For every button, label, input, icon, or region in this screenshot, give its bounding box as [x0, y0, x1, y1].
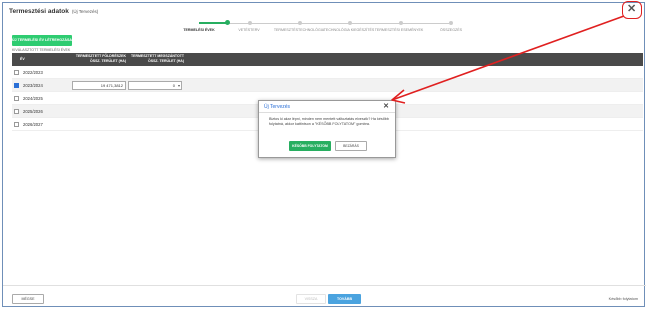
step-label-esemenyek[interactable]: TERMESZTÉSI ESEMÉNYEK	[375, 28, 424, 32]
row-checkbox[interactable]	[14, 122, 19, 127]
step-label-technologia[interactable]: TERMESZTÉSTECHNOLÓGIA	[274, 28, 324, 32]
exit-confirm-dialog: Új Tervezés ✕ Biztos ki akar lépni, mind…	[258, 100, 396, 158]
row-checkbox[interactable]	[14, 83, 19, 88]
next-button[interactable]: TOVÁBB	[328, 294, 361, 304]
step-label-termelesi-evek[interactable]: TERMELÉSI ÉVEK	[183, 28, 214, 32]
selected-years-label: KIVÁLASZTOTT TERMELÉSI ÉVEK	[12, 48, 71, 52]
step-dot-2	[248, 21, 252, 25]
footer-divider	[3, 285, 646, 286]
step-dot-4	[348, 21, 352, 25]
step-dot-6	[449, 21, 453, 25]
column-header-unplanned: TERMESZTETT MEGSZÁNTOTT ÖSSZ. TERÜLET (H…	[130, 54, 184, 63]
window-close-icon[interactable]: ✕	[627, 2, 636, 16]
row-year: 2026/2027	[23, 122, 43, 127]
dialog-divider	[259, 112, 395, 113]
unplanned-value: 0	[172, 83, 175, 88]
planning-window: Termesztési adatok (Új Tervezés) TERMELÉS…	[2, 2, 646, 307]
back-button[interactable]: VISSZA	[296, 294, 326, 304]
table-row[interactable]: 2022/2023	[12, 66, 643, 79]
continue-later-button[interactable]: KÉSŐBB FOLYTATOM	[289, 141, 331, 151]
row-year: 2023/2024	[23, 83, 43, 88]
stepper-progress	[199, 22, 227, 24]
dialog-title: Új Tervezés	[264, 104, 291, 110]
step-dot-5	[399, 21, 403, 25]
window-subtitle: (Új Tervezés)	[71, 9, 99, 14]
row-year: 2024/2025	[23, 96, 43, 101]
row-checkbox[interactable]	[14, 109, 19, 114]
step-label-kiegeszites[interactable]: TECHNOLÓGIA KIEGÉSZÍTÉS	[324, 28, 375, 32]
years-table-header: ÉV TERMESZTETT FÖLDRÉSZEK ÖSSZ. TERÜLET …	[12, 53, 643, 66]
step-dot-3	[298, 21, 302, 25]
area-input[interactable]: 19 471,3812	[72, 81, 126, 90]
dialog-close-icon[interactable]: ✕	[383, 102, 389, 110]
column-header-year: ÉV	[20, 57, 25, 61]
row-year: 2022/2023	[23, 70, 43, 75]
step-dot-1	[225, 20, 230, 25]
row-checkbox[interactable]	[14, 70, 19, 75]
dialog-message: Biztos ki akar lépni, minden nem mentett…	[269, 117, 389, 126]
dialog-close-button[interactable]: BEZÁRÁS	[335, 141, 367, 151]
save-later-link[interactable]: Később folytatom	[609, 297, 638, 301]
cancel-button[interactable]: MÉGSE	[12, 294, 44, 304]
step-label-osszegzes[interactable]: ÖSSZEGZÉS	[440, 28, 462, 32]
step-label-vetesterv[interactable]: VETÉSTERV	[238, 28, 259, 32]
chevron-down-icon: ▾	[177, 83, 180, 88]
unplanned-select[interactable]: 0 ▾	[128, 81, 182, 90]
window-title-bar: Termesztési adatok (Új Tervezés)	[9, 8, 98, 15]
window-title: Termesztési adatok	[9, 8, 69, 15]
table-row[interactable]: 2023/2024 19 471,3812 0 ▾	[12, 79, 643, 92]
row-checkbox[interactable]	[14, 96, 19, 101]
stepper-track	[199, 23, 449, 24]
new-production-year-button[interactable]: ÚJ TERMELÉSI ÉV LÉTREHOZÁSA	[12, 35, 72, 46]
column-header-area: TERMESZTETT FÖLDRÉSZEK ÖSSZ. TERÜLET (HA…	[75, 54, 126, 63]
row-year: 2025/2026	[23, 109, 43, 114]
